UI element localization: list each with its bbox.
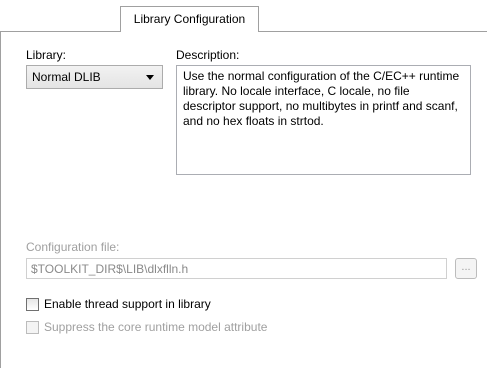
tab-library-configuration[interactable]: Library Configuration xyxy=(120,6,259,32)
library-configuration-page: Library Configuration Library: Normal DL… xyxy=(0,0,487,368)
tab-panel xyxy=(0,31,487,368)
